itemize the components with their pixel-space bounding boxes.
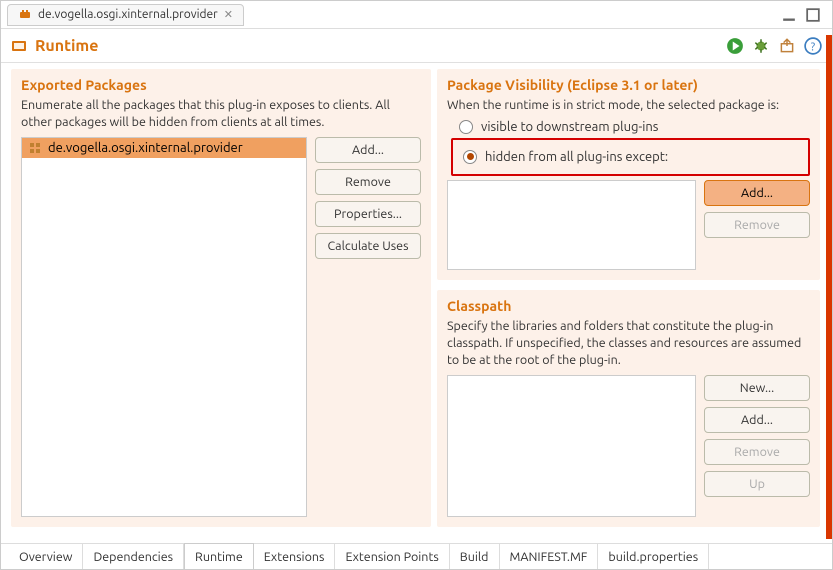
visibility-remove-button: Remove — [704, 212, 810, 238]
debug-icon[interactable] — [752, 37, 770, 55]
classpath-buttons: New... Add... Remove Up — [704, 375, 810, 518]
tab-build-properties[interactable]: build.properties — [598, 544, 709, 569]
visibility-option-visible[interactable]: visible to downstream plug-ins — [459, 120, 810, 134]
editor-window: de.vogella.osgi.xinternal.provider ✕ Run… — [0, 0, 833, 570]
titlebar: de.vogella.osgi.xinternal.provider ✕ — [1, 1, 832, 29]
classpath-section: Classpath Specify the libraries and fold… — [437, 290, 820, 527]
visibility-hidden-label: hidden from all plug-ins except: — [485, 150, 668, 164]
classpath-remove-button: Remove — [704, 439, 810, 465]
visibility-option-hidden[interactable]: hidden from all plug-ins except: — [463, 150, 802, 164]
visibility-buttons: Add... Remove — [704, 180, 810, 270]
right-column: Package Visibility (Eclipse 3.1 or later… — [437, 69, 820, 537]
exported-packages-title: Exported Packages — [21, 77, 421, 93]
visibility-list-row: Add... Remove — [447, 180, 810, 270]
visibility-highlight-box: hidden from all plug-ins except: — [451, 138, 810, 176]
tab-build[interactable]: Build — [450, 544, 500, 569]
exported-properties-button[interactable]: Properties... — [315, 201, 421, 227]
right-edge-marker — [826, 35, 832, 539]
tab-dependencies[interactable]: Dependencies — [83, 544, 184, 569]
run-icon[interactable] — [726, 37, 744, 55]
package-visibility-section: Package Visibility (Eclipse 3.1 or later… — [437, 69, 820, 280]
bottom-tab-bar: Overview Dependencies Runtime Extensions… — [1, 543, 832, 569]
classpath-up-button: Up — [704, 471, 810, 497]
tab-runtime[interactable]: Runtime — [184, 543, 254, 569]
svg-text:?: ? — [811, 41, 816, 53]
editor-tab[interactable]: de.vogella.osgi.xinternal.provider ✕ — [7, 4, 244, 26]
visibility-desc: When the runtime is in strict mode, the … — [447, 97, 810, 114]
tab-manifest[interactable]: MANIFEST.MF — [500, 544, 599, 569]
classpath-add-button[interactable]: Add... — [704, 407, 810, 433]
maximize-icon[interactable] — [806, 8, 820, 22]
classpath-new-button[interactable]: New... — [704, 375, 810, 401]
radio-unselected-icon — [459, 120, 473, 134]
exported-packages-section: Exported Packages Enumerate all the pack… — [11, 69, 431, 527]
package-item-label: de.vogella.osgi.xinternal.provider — [48, 141, 243, 155]
visibility-exception-list[interactable] — [447, 180, 696, 270]
package-icon — [28, 141, 42, 155]
tab-extension-points[interactable]: Extension Points — [335, 544, 449, 569]
export-icon[interactable] — [778, 37, 796, 55]
runtime-icon — [11, 38, 29, 54]
minimize-icon[interactable] — [782, 8, 796, 22]
exported-calculate-uses-button[interactable]: Calculate Uses — [315, 233, 421, 259]
exported-add-button[interactable]: Add... — [315, 137, 421, 163]
radio-selected-icon — [463, 150, 477, 164]
exported-buttons: Add... Remove Properties... Calculate Us… — [315, 137, 421, 517]
plugin-icon — [18, 8, 32, 22]
left-column: Exported Packages Enumerate all the pack… — [11, 69, 431, 537]
page-header: Runtime ? — [1, 29, 832, 63]
classpath-desc: Specify the libraries and folders that c… — [447, 318, 810, 369]
classpath-list-row: New... Add... Remove Up — [447, 375, 810, 518]
exported-remove-button[interactable]: Remove — [315, 169, 421, 195]
title-controls — [782, 8, 826, 22]
tab-overview[interactable]: Overview — [9, 544, 83, 569]
visibility-title: Package Visibility (Eclipse 3.1 or later… — [447, 77, 810, 93]
exported-packages-desc: Enumerate all the packages that this plu… — [21, 97, 421, 131]
visibility-visible-label: visible to downstream plug-ins — [481, 120, 658, 134]
exported-package-item[interactable]: de.vogella.osgi.xinternal.provider — [22, 138, 306, 158]
close-icon[interactable]: ✕ — [224, 8, 233, 21]
help-icon[interactable]: ? — [804, 37, 822, 55]
page-title: Runtime — [35, 37, 98, 55]
content-area: Exported Packages Enumerate all the pack… — [1, 63, 832, 543]
classpath-list[interactable] — [447, 375, 696, 518]
exported-packages-list[interactable]: de.vogella.osgi.xinternal.provider — [21, 137, 307, 517]
editor-tab-title: de.vogella.osgi.xinternal.provider — [38, 8, 218, 21]
visibility-add-button[interactable]: Add... — [704, 180, 810, 206]
tab-extensions[interactable]: Extensions — [254, 544, 336, 569]
classpath-title: Classpath — [447, 298, 810, 314]
toolbar-actions: ? — [726, 37, 822, 55]
